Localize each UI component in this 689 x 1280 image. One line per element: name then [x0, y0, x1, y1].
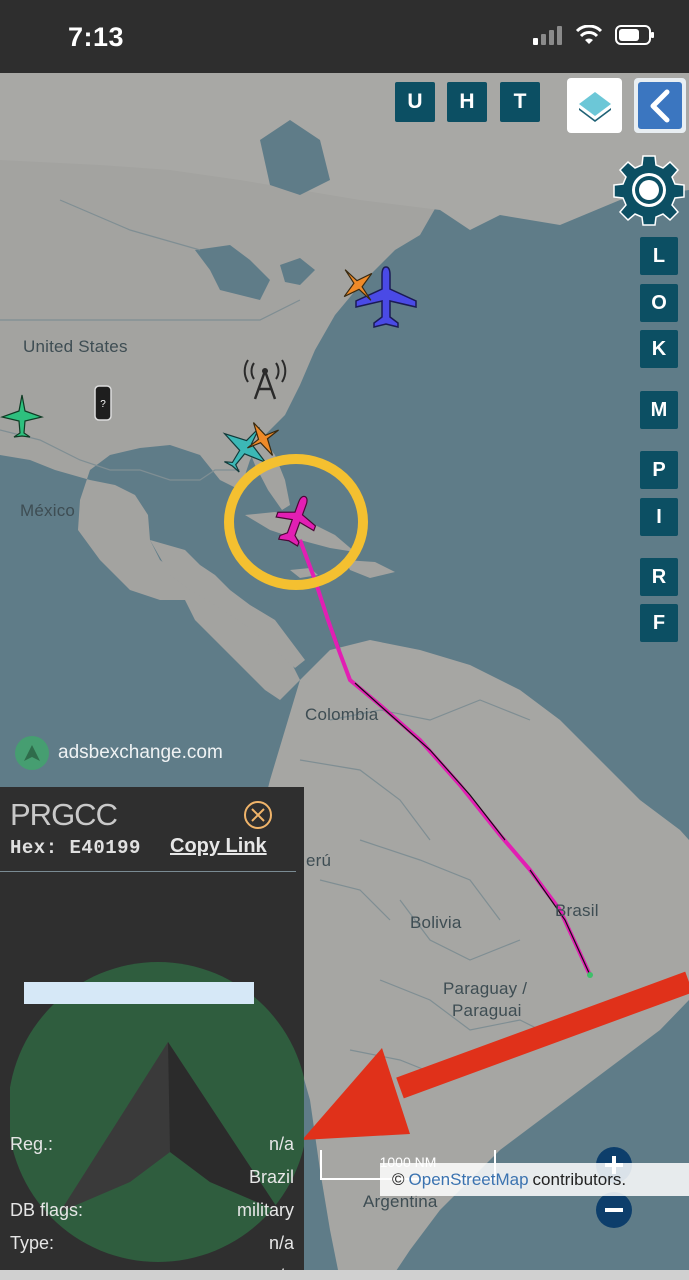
- back-button[interactable]: [634, 78, 686, 133]
- layers-icon: [578, 91, 611, 122]
- hex-label: Hex:: [10, 837, 58, 859]
- button-i[interactable]: I: [640, 498, 678, 536]
- button-u[interactable]: U: [395, 82, 435, 122]
- button-r[interactable]: R: [640, 558, 678, 596]
- row-value: n/a: [268, 1233, 294, 1253]
- hex-line: Hex: E40199: [10, 837, 141, 859]
- red-arrow-icon: [302, 971, 689, 1140]
- label-colombia: Colombia: [305, 705, 379, 724]
- svg-text:?: ?: [100, 399, 106, 410]
- gear-icon[interactable]: [612, 153, 686, 227]
- button-l[interactable]: L: [640, 237, 678, 275]
- adsbexchange-logo-icon: [15, 736, 49, 770]
- row-key: Reg.:: [10, 1134, 54, 1154]
- aircraft-photo-placeholder: [24, 982, 254, 1004]
- layers-button[interactable]: [567, 78, 622, 133]
- row-value: n/a: [268, 1134, 294, 1154]
- button-m[interactable]: M: [640, 391, 678, 429]
- button-p[interactable]: P: [640, 451, 678, 489]
- attrib-suffix: contributors.: [532, 1169, 627, 1189]
- highlight-ring-icon: [224, 454, 368, 590]
- screen: 7:13 United States México Colombia erú B…: [0, 0, 689, 1280]
- zoom-out-button[interactable]: [596, 1192, 632, 1228]
- label-brasil: Brasil: [555, 901, 599, 920]
- chevron-left-icon: [650, 89, 670, 122]
- row-value: Brazil: [248, 1167, 294, 1187]
- copy-link[interactable]: Copy Link: [170, 835, 267, 858]
- unknown-device-icon[interactable]: ?: [94, 385, 112, 421]
- wifi-icon: [575, 25, 603, 44]
- aircraft-orange-ne[interactable]: [336, 263, 380, 307]
- aircraft-info-panel: PRGCC Hex: E40199 Copy Link Reg.: n/a Br…: [0, 787, 304, 1280]
- minus-icon: [605, 1208, 623, 1212]
- back-button-inner: [638, 82, 682, 129]
- row-key: DB flags:: [10, 1200, 84, 1220]
- row-value: military: [237, 1200, 294, 1220]
- row-key: Type:: [10, 1233, 55, 1253]
- osm-link[interactable]: OpenStreetMap: [409, 1170, 529, 1190]
- button-h[interactable]: H: [447, 82, 487, 122]
- attrib-prefix: ©: [392, 1169, 405, 1189]
- map-attribution: © OpenStreetMap contributors.: [380, 1163, 689, 1196]
- close-circle-icon[interactable]: [243, 800, 273, 830]
- hex-value: E40199: [69, 837, 141, 859]
- button-t[interactable]: T: [500, 82, 540, 122]
- panel-divider: [0, 871, 296, 872]
- button-o[interactable]: O: [640, 284, 678, 322]
- cellular-signal-icon: [533, 26, 562, 45]
- callsign: PRGCC: [10, 797, 118, 832]
- battery-icon: [615, 25, 654, 45]
- label-mexico: México: [20, 501, 76, 520]
- map-view[interactable]: United States México Colombia erú Bolivi…: [0, 73, 689, 1280]
- brand-text: adsbexchange.com: [58, 742, 223, 763]
- label-peru: erú: [306, 851, 332, 870]
- status-bar: 7:13: [0, 0, 689, 73]
- button-f[interactable]: F: [640, 604, 678, 642]
- radio-tower-icon[interactable]: [240, 359, 290, 403]
- label-bolivia: Bolivia: [410, 913, 462, 932]
- aircraft-green[interactable]: [0, 393, 44, 441]
- adsbexchange-brand[interactable]: adsbexchange.com: [14, 735, 223, 771]
- label-united-states: United States: [23, 337, 128, 356]
- home-indicator-bar: [0, 1270, 689, 1280]
- status-time: 7:13: [68, 22, 125, 52]
- button-k[interactable]: K: [640, 330, 678, 368]
- status-icons: [533, 24, 655, 46]
